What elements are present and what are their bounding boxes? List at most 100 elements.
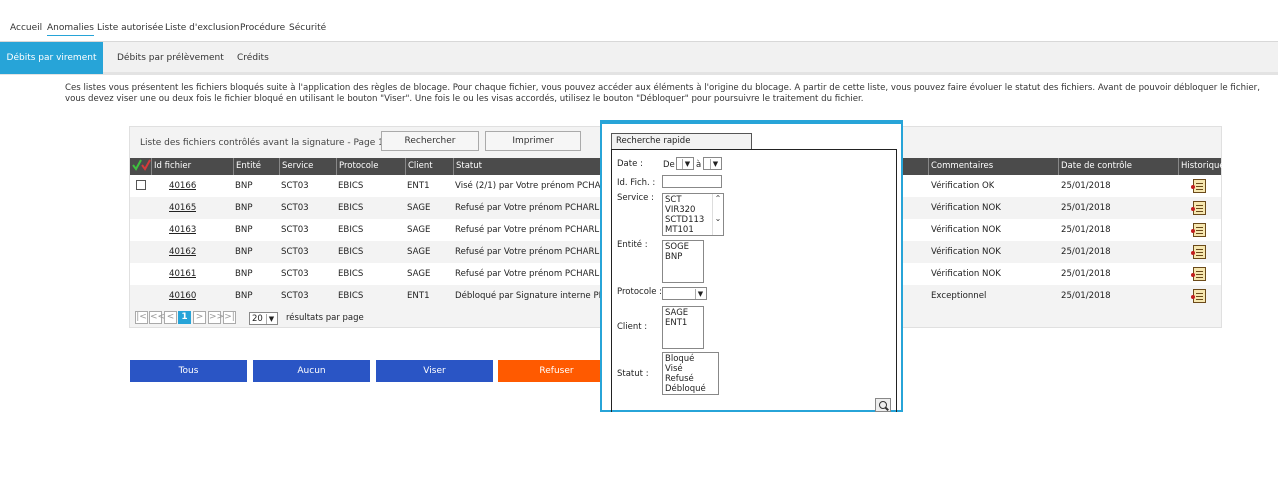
protocole-label: Protocole :: [617, 287, 663, 297]
client-option[interactable]: ENT1: [665, 318, 701, 328]
protocole-select[interactable]: ▼: [662, 287, 707, 300]
cell-protocole: EBICS: [338, 291, 364, 301]
cell-date: 25/01/2018: [1061, 247, 1111, 257]
id-label: Id. Fich. :: [617, 178, 656, 188]
history-icon[interactable]: [1191, 289, 1206, 303]
tab-credits[interactable]: Crédits: [237, 42, 269, 74]
col-protocole[interactable]: Protocole: [337, 158, 406, 175]
prev-pages-button[interactable]: <<: [149, 311, 165, 324]
cell-entite: BNP: [235, 203, 253, 213]
client-option[interactable]: SAGE: [665, 308, 701, 318]
date-from-select[interactable]: ▼: [676, 157, 694, 170]
quick-search-form: Date : De ▼ à ▼ Id. Fich. : Service : SC…: [611, 149, 897, 412]
file-id-link[interactable]: 40165: [169, 197, 196, 219]
statut-listbox[interactable]: Bloqué Visé Refusé Débloqué: [662, 352, 719, 395]
entite-option[interactable]: SOGE: [665, 242, 701, 252]
entite-option[interactable]: BNP: [665, 252, 701, 262]
service-label: Service :: [617, 193, 654, 203]
nav-liste-autorisee[interactable]: Liste autorisée: [97, 23, 163, 33]
col-client[interactable]: Client: [406, 158, 454, 175]
cell-service: SCT03: [281, 291, 309, 301]
date-to-label: à: [696, 160, 702, 170]
date-from-label: De: [663, 160, 675, 170]
viser-button[interactable]: Viser: [376, 360, 493, 382]
refuser-button[interactable]: Refuser: [498, 360, 615, 382]
statut-option[interactable]: Bloqué: [665, 354, 716, 364]
col-date-controle[interactable]: Date de contrôle: [1059, 158, 1179, 175]
file-id-link[interactable]: 40162: [169, 241, 196, 263]
cell-service: SCT03: [281, 269, 309, 279]
col-service[interactable]: Service: [280, 158, 337, 175]
col-commentaires[interactable]: Commentaires: [929, 158, 1059, 175]
client-listbox[interactable]: SAGE ENT1: [662, 306, 704, 349]
cell-entite: BNP: [235, 269, 253, 279]
print-button[interactable]: Imprimer: [485, 131, 581, 151]
id-fichier-input[interactable]: [662, 175, 722, 188]
client-label: Client :: [617, 322, 648, 332]
nav-securite[interactable]: Sécurité: [289, 23, 326, 33]
cell-commentaire: Vérification NOK: [931, 225, 1001, 235]
next-pages-button[interactable]: >>: [208, 311, 224, 324]
tab-debits-prelevement[interactable]: Débits par prélèvement: [117, 42, 224, 74]
next-page-button[interactable]: >: [193, 311, 206, 324]
entite-label: Entité :: [617, 240, 648, 250]
row-checkbox[interactable]: [136, 180, 146, 190]
col-entite[interactable]: Entité: [234, 158, 280, 175]
first-page-button[interactable]: |<: [135, 311, 148, 324]
quick-search-tab[interactable]: Recherche rapide: [611, 133, 752, 149]
file-id-link[interactable]: 40163: [169, 219, 196, 241]
per-page-label: résultats par page: [286, 313, 364, 323]
tab-debits-virement[interactable]: Débits par virement: [0, 42, 103, 74]
nav-procedure[interactable]: Procédure: [240, 23, 285, 33]
history-icon[interactable]: [1191, 223, 1206, 237]
date-label: Date :: [617, 159, 643, 169]
cell-date: 25/01/2018: [1061, 225, 1111, 235]
cell-entite: BNP: [235, 291, 253, 301]
cell-protocole: EBICS: [338, 247, 364, 257]
date-to-select[interactable]: ▼: [703, 157, 722, 170]
intro-text: Ces listes vous présentent les fichiers …: [65, 83, 1260, 104]
chevron-down-icon: ▼: [710, 159, 720, 169]
cell-service: SCT03: [281, 225, 309, 235]
history-icon[interactable]: [1191, 267, 1206, 281]
cell-statut: Refusé par Votre prénom PCHARLE: [455, 269, 605, 279]
select-all-button[interactable]: Tous: [130, 360, 247, 382]
history-icon[interactable]: [1191, 201, 1206, 215]
chevron-down-icon: ▼: [266, 314, 276, 324]
select-all-icon[interactable]: [130, 158, 152, 175]
search-icon[interactable]: [875, 398, 891, 412]
statut-option[interactable]: Visé: [665, 364, 716, 374]
col-historique[interactable]: Historique: [1179, 158, 1225, 175]
cell-date: 25/01/2018: [1061, 291, 1111, 301]
cell-statut: Débloqué par Signature interne PPI: [455, 291, 607, 301]
cell-commentaire: Exceptionnel: [931, 291, 987, 301]
entite-listbox[interactable]: SOGE BNP: [662, 240, 704, 283]
cell-date: 25/01/2018: [1061, 269, 1111, 279]
current-page[interactable]: 1: [178, 311, 191, 324]
scrollbar[interactable]: ⌃ ⌄: [712, 194, 723, 235]
cell-client: ENT1: [407, 291, 430, 301]
file-id-link[interactable]: 40161: [169, 263, 196, 285]
last-page-button[interactable]: >|: [223, 311, 236, 324]
search-button[interactable]: Rechercher: [381, 131, 479, 151]
statut-option[interactable]: Débloqué: [665, 384, 716, 394]
history-icon[interactable]: [1191, 245, 1206, 259]
nav-anomalies[interactable]: Anomalies: [47, 23, 94, 36]
service-listbox[interactable]: SCT VIR320 SCTD113 MT101 ⌃ ⌄: [662, 193, 724, 236]
file-id-link[interactable]: 40160: [169, 285, 196, 307]
cell-entite: BNP: [235, 225, 253, 235]
nav-liste-exclusion[interactable]: Liste d'exclusion: [165, 23, 239, 33]
file-id-link[interactable]: 40166: [169, 175, 196, 197]
prev-page-button[interactable]: <: [164, 311, 177, 324]
nav-accueil[interactable]: Accueil: [10, 23, 42, 33]
col-id-fichier[interactable]: Id fichier: [152, 158, 234, 175]
statut-option[interactable]: Refusé: [665, 374, 716, 384]
sub-nav: Débits par virement Débits par prélèveme…: [0, 42, 1278, 75]
history-icon[interactable]: [1191, 179, 1206, 193]
per-page-select[interactable]: 20 ▼: [249, 312, 278, 325]
cell-statut: Refusé par Votre prénom PCHARLE: [455, 247, 605, 257]
chevron-down-icon: ▼: [695, 289, 705, 299]
cell-service: SCT03: [281, 247, 309, 257]
cell-commentaire: Vérification OK: [931, 181, 995, 191]
select-none-button[interactable]: Aucun: [253, 360, 370, 382]
